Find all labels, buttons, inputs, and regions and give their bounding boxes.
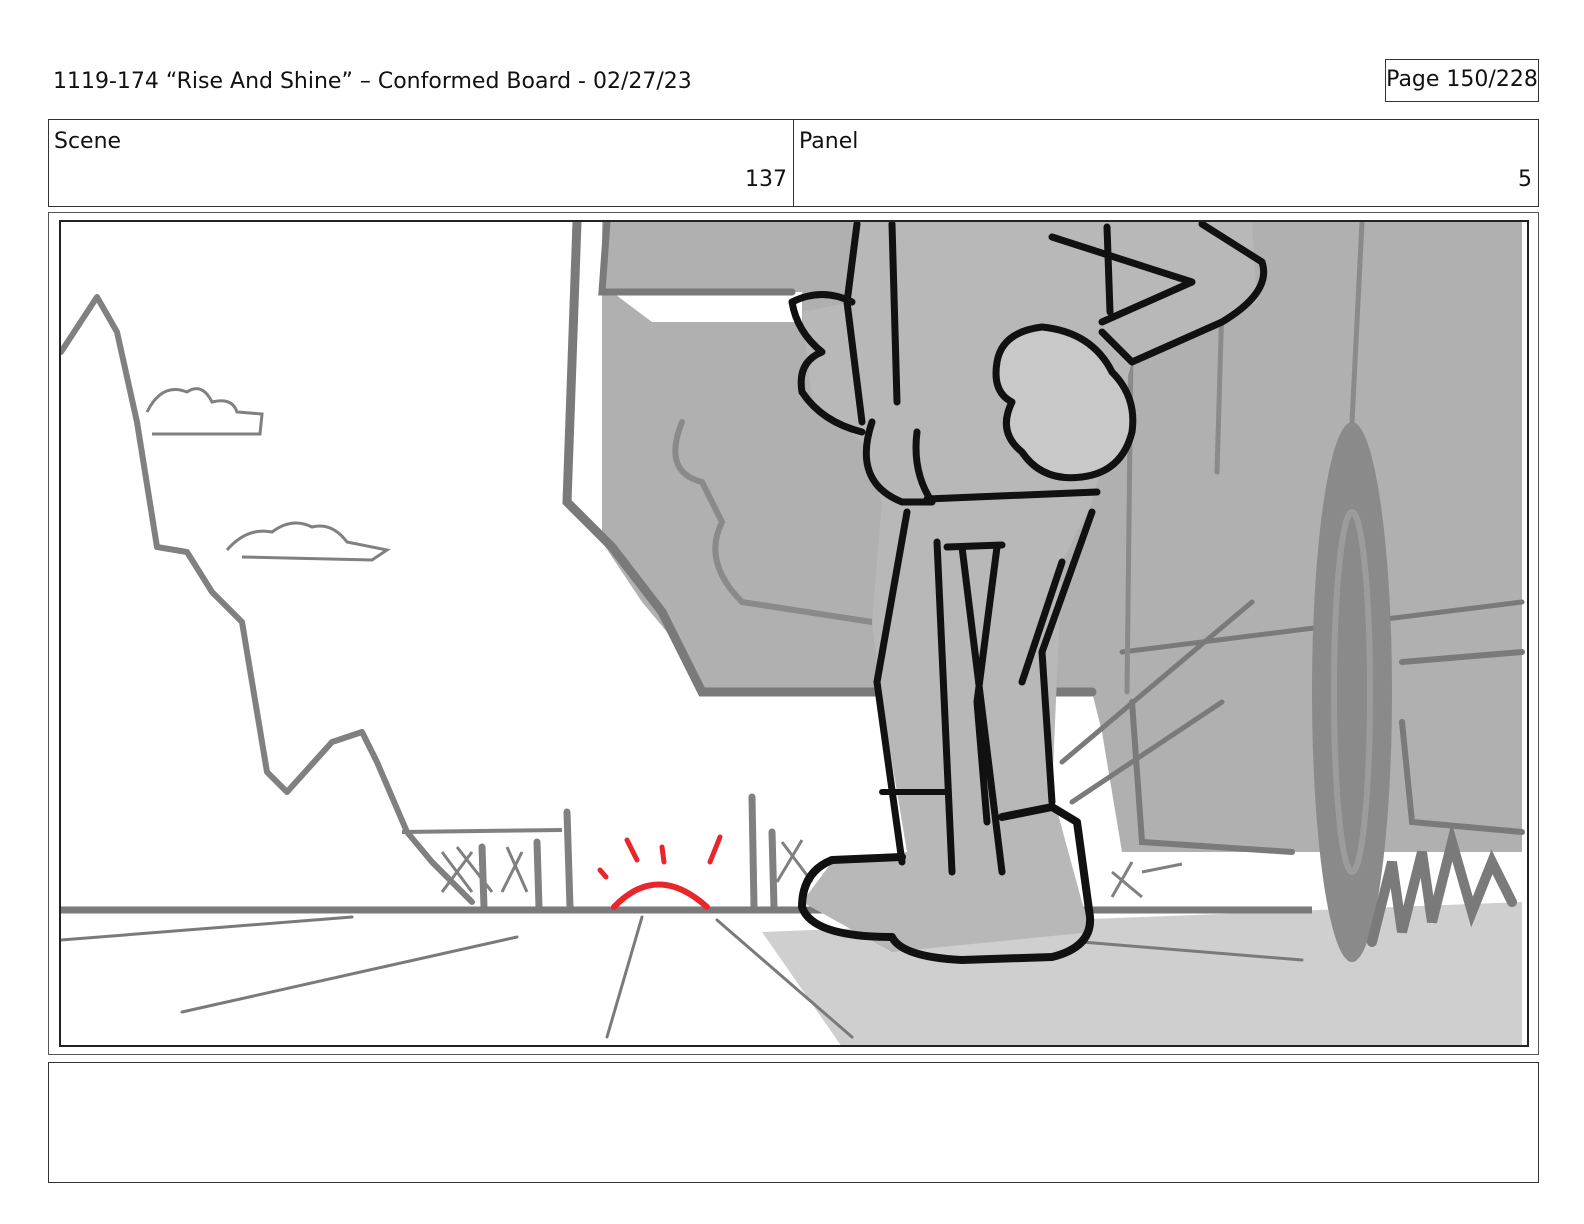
sun-arc bbox=[611, 881, 710, 910]
scene-cell: Scene 137 bbox=[49, 120, 793, 206]
panel-number: 5 bbox=[1518, 167, 1532, 192]
scene-label: Scene bbox=[54, 129, 122, 154]
panel-cell: Panel 5 bbox=[793, 120, 1538, 206]
panel-label: Panel bbox=[799, 129, 859, 154]
car-wheel bbox=[1312, 422, 1392, 962]
page-number: Page 150/228 bbox=[1385, 59, 1539, 102]
fence-top-rail bbox=[401, 828, 563, 834]
document-title: 1119-174 “Rise And Shine” – Conformed Bo… bbox=[53, 69, 692, 94]
scene-panel-info: Scene 137 Panel 5 bbox=[48, 119, 1539, 207]
storyboard-frame bbox=[59, 220, 1529, 1047]
cloud-lower bbox=[225, 521, 391, 562]
storyboard-drawing bbox=[61, 222, 1525, 1045]
sun-rays bbox=[597, 834, 723, 880]
scene-number: 137 bbox=[745, 167, 787, 192]
mountain-ridge bbox=[61, 294, 475, 905]
cloud-upper bbox=[145, 387, 264, 436]
notes-box bbox=[48, 1062, 1539, 1183]
